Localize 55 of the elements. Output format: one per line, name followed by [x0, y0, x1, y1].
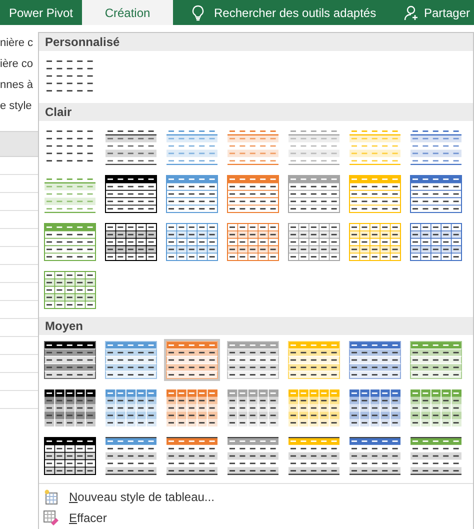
table-style-thumbnail[interactable]	[103, 173, 159, 215]
table-style-thumbnail[interactable]	[164, 173, 220, 215]
table-style-thumbnail[interactable]	[225, 339, 281, 381]
option-label: nière c	[0, 36, 34, 51]
table-style-thumbnail[interactable]	[286, 173, 342, 215]
share-label: Partager	[424, 6, 470, 20]
section-header: Moyen	[39, 317, 473, 335]
lightbulb-icon	[191, 4, 205, 20]
tell-me-search[interactable]: Rechercher des outils adaptés	[191, 0, 376, 25]
table-style-thumbnail[interactable]	[408, 387, 464, 429]
option-label: nnes à	[0, 78, 34, 93]
table-style-thumbnail[interactable]	[225, 221, 281, 263]
person-plus-icon	[404, 4, 420, 20]
section-header: Clair	[39, 103, 473, 121]
table-style-thumbnail[interactable]	[225, 435, 281, 477]
search-label: Rechercher des outils adaptés	[214, 6, 376, 20]
menu-item[interactable]: Effacer	[39, 507, 473, 528]
table-style-thumbnail[interactable]	[42, 435, 98, 477]
table-style-thumbnail[interactable]	[347, 339, 403, 381]
table-style-thumbnail[interactable]	[408, 339, 464, 381]
table-style-thumbnail[interactable]	[286, 221, 342, 263]
table-style-thumbnail[interactable]	[42, 269, 98, 311]
section-header: Personnalisé	[39, 33, 473, 51]
table-style-thumbnail[interactable]	[42, 339, 98, 381]
table-style-thumbnail[interactable]	[286, 339, 342, 381]
table-style-thumbnail[interactable]	[408, 173, 464, 215]
option-label: ière co	[0, 57, 34, 72]
table-style-thumbnail[interactable]	[408, 435, 464, 477]
menu-item[interactable]: Nouveau style de tableau...	[39, 486, 473, 507]
table-style-thumbnail[interactable]	[103, 435, 159, 477]
table-style-thumbnail[interactable]	[103, 387, 159, 429]
ribbon-tab[interactable]: Power Pivot	[0, 0, 82, 25]
table-style-thumbnail[interactable]	[164, 435, 220, 477]
table-style-thumbnail[interactable]	[347, 387, 403, 429]
table-style-thumbnail[interactable]	[286, 435, 342, 477]
table-style-thumbnail[interactable]	[225, 387, 281, 429]
table-style-thumbnail[interactable]	[164, 387, 220, 429]
table-style-thumbnail[interactable]	[164, 339, 220, 381]
table-style-thumbnail[interactable]	[347, 435, 403, 477]
new-table-icon	[43, 488, 59, 504]
eraser-table-icon	[43, 510, 59, 526]
spreadsheet-row	[0, 132, 38, 157]
share-button[interactable]: Partager	[404, 0, 474, 25]
option-label: e style	[0, 99, 33, 114]
table-style-thumbnail[interactable]	[164, 221, 220, 263]
table-style-thumbnail[interactable]	[103, 221, 159, 263]
table-style-thumbnail[interactable]	[408, 221, 464, 263]
table-style-thumbnail[interactable]	[347, 173, 403, 215]
table-style-thumbnail[interactable]	[225, 173, 281, 215]
ribbon-tab[interactable]: Création	[82, 0, 173, 25]
table-style-thumbnail[interactable]	[42, 221, 98, 263]
table-style-thumbnail[interactable]	[42, 387, 98, 429]
table-style-thumbnail[interactable]	[286, 387, 342, 429]
table-style-thumbnail[interactable]	[347, 221, 403, 263]
table-style-thumbnail[interactable]	[103, 339, 159, 381]
